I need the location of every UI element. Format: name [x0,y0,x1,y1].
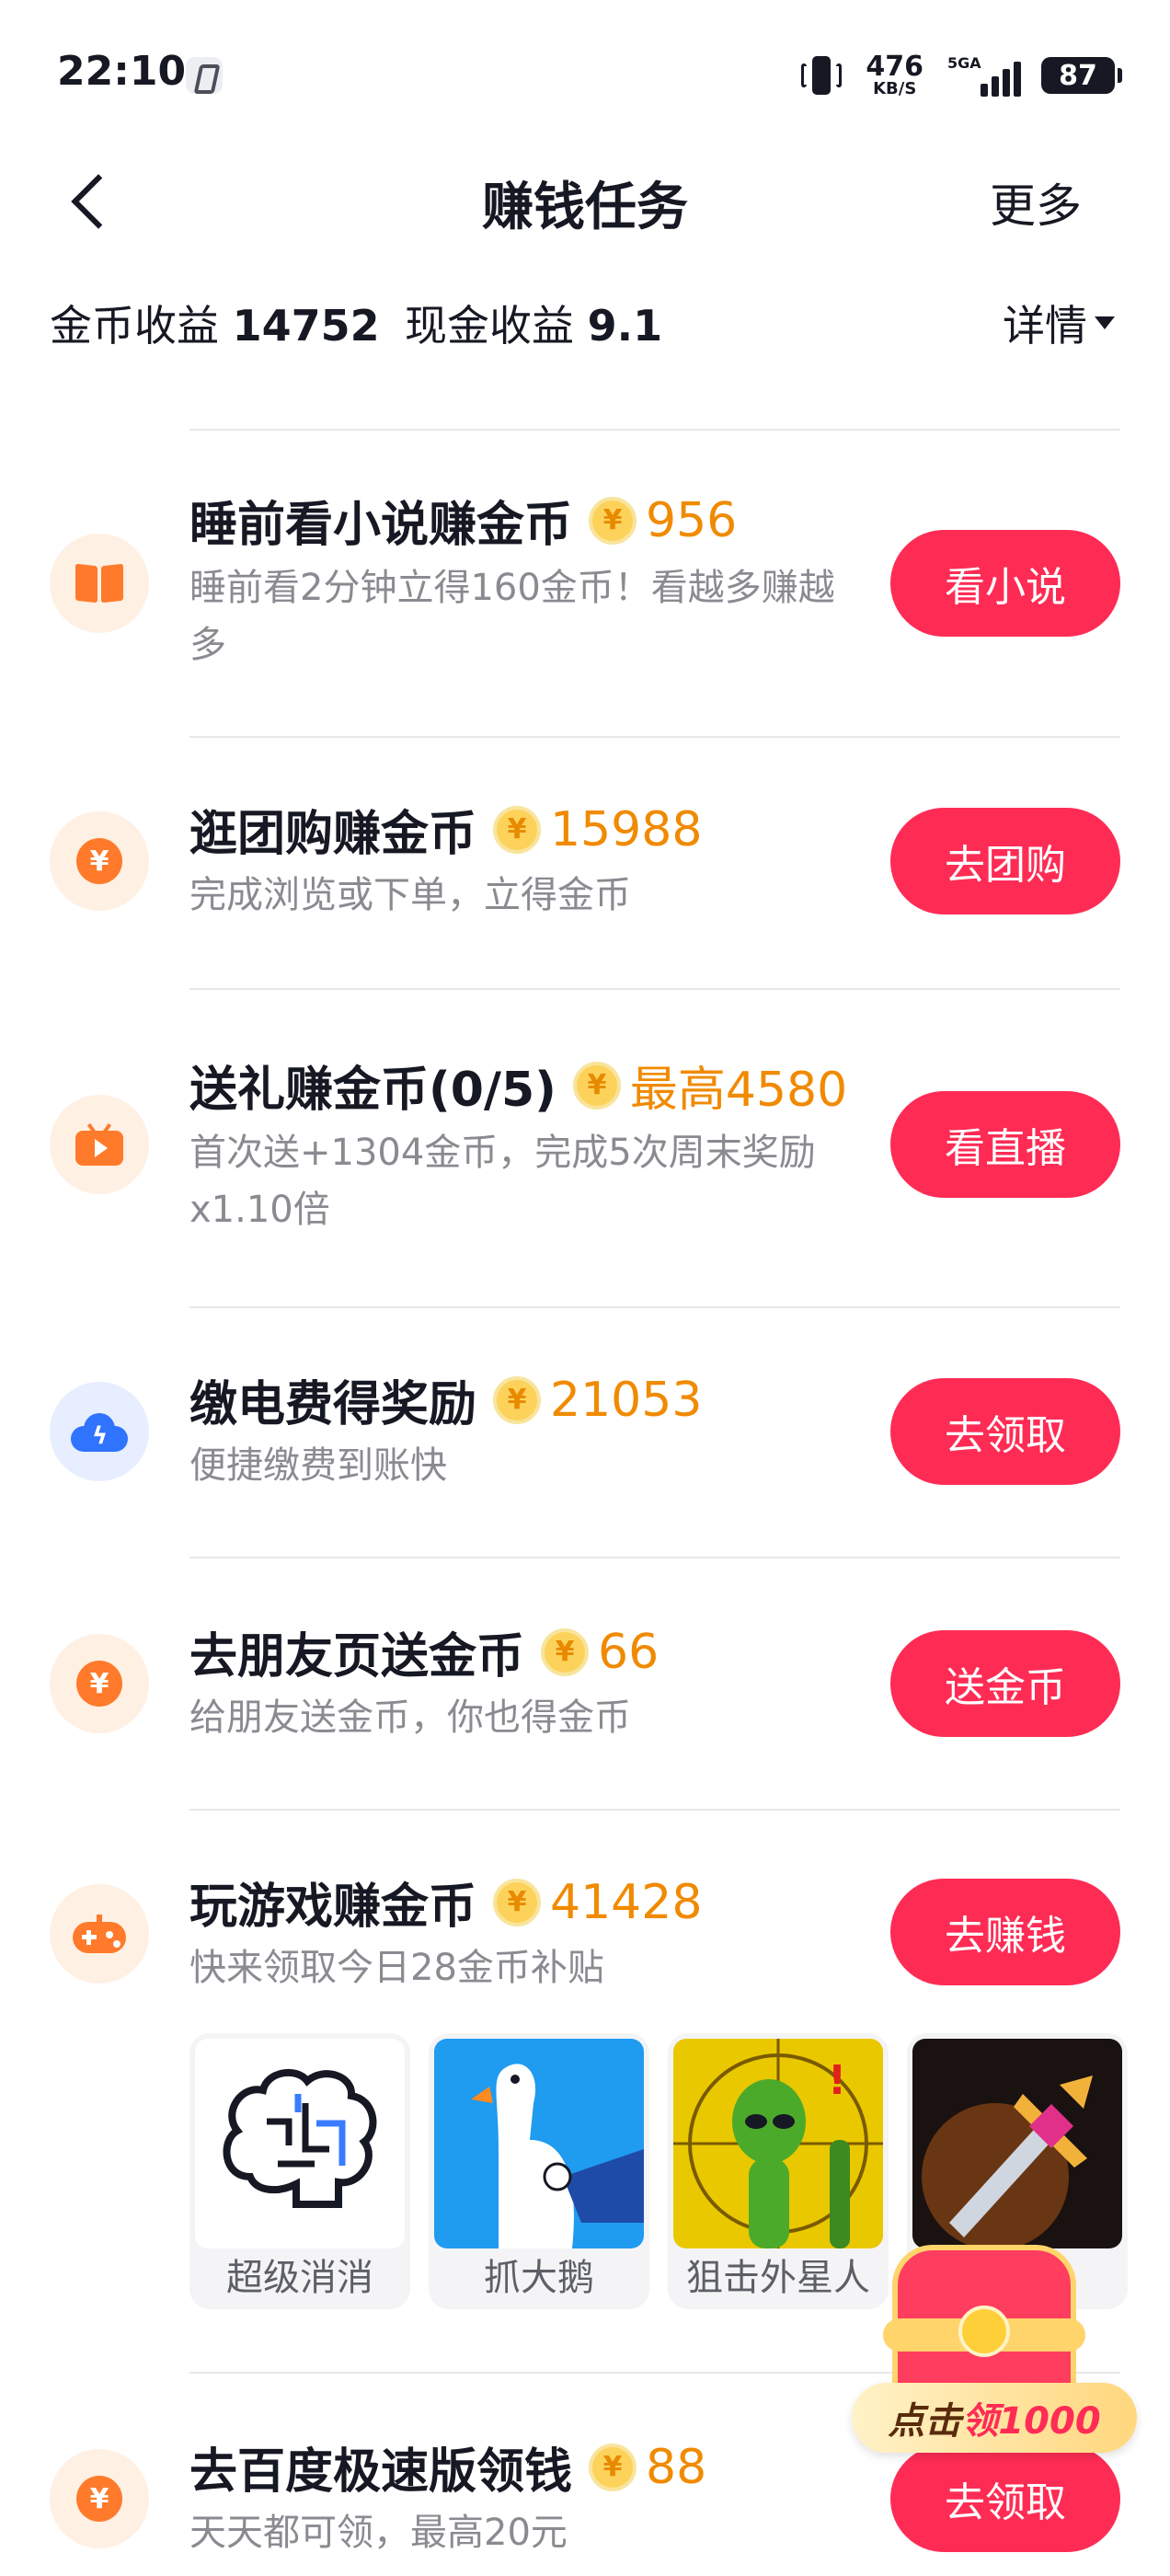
cash-income-label: 现金收益 [405,301,574,351]
detail-label: 详情 [1003,301,1087,351]
gamepad-icon [50,1884,149,1984]
detail-dropdown[interactable]: 详情 [1003,293,1115,353]
task-title: 缴电费得奖励 [189,1377,477,1432]
yuan-icon: ¥ [50,2449,149,2548]
network-speed-unit: KB/S [873,79,917,98]
task-reward: 最高4580 [629,1063,848,1118]
cash-income-value: 9.1 [587,301,663,351]
watch-live-button[interactable]: 看直播 [890,1091,1120,1198]
chest-claim-button[interactable]: 点击 领1000 [852,2383,1137,2453]
goose-icon [434,2039,644,2248]
task-title: 睡前看小说赚金币 [189,498,573,553]
svg-text:!: ! [828,2057,846,2104]
coin-income: 金币收益 14752 [50,293,380,353]
task-desc: 便捷缴费到账快 [189,1444,447,1487]
signal-icon: 5GA [947,54,1021,97]
coin-icon: ¥ [493,1878,542,1926]
yuan-icon: ¥ [50,811,149,911]
coin-icon: ¥ [589,496,637,545]
task-desc: 睡前看2分钟立得160金币！看越多赚越多 [189,567,835,666]
battery-icon: 87 [1041,57,1122,94]
sword-icon [912,2039,1122,2248]
cash-income: 现金收益 9.1 [405,293,662,353]
task-reward: 21053 [550,1372,703,1428]
nav-bar: 赚钱任务 更多 [0,147,1170,248]
status-indicators: 476 KB/S 5GA 87 [801,52,1122,99]
divider [189,1809,1120,1811]
coin-income-value: 14752 [232,301,380,351]
status-bar: 22:10 476 KB/S 5GA 87 [0,0,1170,147]
earnings-summary: 金币收益 14752 现金收益 9.1 详情 [0,276,1170,368]
yuan-icon: ¥ [50,1634,149,1733]
game-card-super-match[interactable]: 超级消消 [189,2033,410,2309]
coin-icon: ¥ [541,1627,590,1676]
coin-income-label: 金币收益 [50,301,219,351]
more-button[interactable]: 更多 [990,169,1082,236]
task-desc: 首次送+1304金币，完成5次周末奖励x1.10倍 [189,1132,816,1231]
game-card-catch-goose[interactable]: 抓大鹅 [429,2033,649,2309]
brain-maze-icon [195,2039,405,2248]
task-title: 送礼赚金币(0/5) [189,1063,556,1118]
treasure-chest-widget[interactable]: 点击 领1000 [852,2236,1146,2453]
task-title: 去朋友页送金币 [189,1629,525,1685]
vibrate-icon [801,54,843,97]
divider [189,736,1120,738]
cloud-bolt-icon: ϟ [50,1382,149,1481]
divider [189,1306,1120,1308]
task-desc: 快来领取今日28金币补贴 [189,1947,604,1989]
status-time: 22:10 [57,48,187,95]
task-reward: 88 [646,2439,707,2495]
coin-icon: ¥ [589,2443,637,2491]
app-notification-icon [186,57,223,94]
task-title: 玩游戏赚金币 [189,1880,477,1935]
task-desc: 天天都可领，最高20元 [189,2512,568,2554]
network-speed-value: 476 [866,51,923,83]
group-buy-button[interactable]: 去团购 [890,808,1120,914]
read-novel-button[interactable]: 看小说 [890,530,1120,637]
task-reward: 15988 [550,801,703,857]
task-reward: 41428 [550,1874,703,1930]
chest-prefix: 点击 [888,2400,962,2443]
battery-level: 87 [1059,59,1097,92]
game-name: 抓大鹅 [484,2257,594,2299]
chest-highlight: 领1000 [961,2400,1101,2443]
game-name: 超级消消 [226,2257,373,2299]
back-icon[interactable] [63,171,118,230]
divider [189,988,1120,990]
task-desc: 完成浏览或下单，立得金币 [189,874,631,916]
coin-icon: ¥ [493,1375,542,1424]
divider [189,1557,1120,1558]
book-icon [50,534,149,633]
tv-icon [50,1095,149,1194]
signal-label: 5GA [947,54,981,72]
earn-money-button[interactable]: 去赚钱 [890,1879,1120,1985]
task-desc: 给朋友送金币，你也得金币 [189,1696,631,1739]
task-title: 去百度极速版领钱 [189,2444,573,2500]
task-reward: 66 [598,1624,660,1680]
coin-icon: ¥ [572,1061,621,1110]
caret-down-icon [1095,316,1115,329]
divider [189,429,1120,431]
claim-button[interactable]: 去领取 [890,2445,1120,2552]
network-speed: 476 KB/S [866,53,923,98]
alien-icon: ! [673,2039,883,2248]
task-title: 逛团购赚金币 [189,807,477,862]
task-reward: 956 [646,492,738,548]
send-coins-button[interactable]: 送金币 [890,1630,1120,1737]
coin-icon: ¥ [493,805,542,854]
claim-button[interactable]: 去领取 [890,1378,1120,1485]
